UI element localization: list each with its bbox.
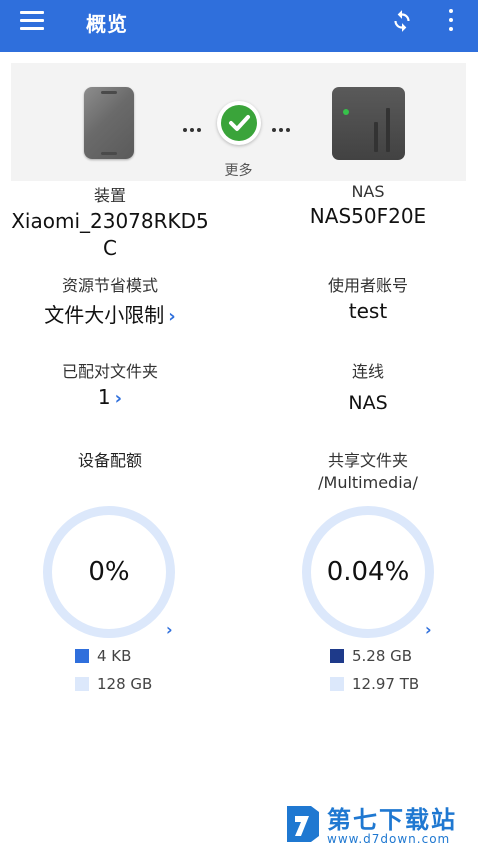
refresh-icon[interactable]: [389, 8, 415, 34]
nas-info: NAS NAS50F20E: [258, 182, 478, 230]
shared-folder-chart: 0.04%: [302, 506, 434, 638]
shared-folder-path: /Multimedia/: [318, 473, 418, 492]
shared-folder-arrow-icon[interactable]: ›: [425, 620, 432, 639]
paired-folders-value[interactable]: 1 ›: [0, 385, 220, 409]
device-info: 装置 Xiaomi_23078RKD5 C: [0, 182, 220, 262]
nas-icon: [332, 87, 405, 160]
power-mode: 资源节省模式 文件大小限制 ›: [0, 272, 220, 328]
chevron-right-icon: ›: [168, 306, 176, 327]
shared-folder-label: 共享文件夹 /Multimedia/: [258, 447, 478, 492]
phone-icon: [84, 87, 134, 159]
device-quota-chart: 0%: [43, 506, 175, 638]
more-vert-icon[interactable]: [444, 9, 458, 33]
device-name: Xiaomi_23078RKD5 C: [11, 209, 209, 260]
legend-swatch-total: [330, 677, 344, 691]
legend-swatch-used: [75, 649, 89, 663]
chevron-right-icon: ›: [114, 388, 123, 409]
nas-name: NAS50F20E: [309, 204, 427, 228]
connection-type-label: 连线: [351, 362, 384, 381]
more-link[interactable]: 更多: [11, 160, 466, 180]
account-value: test: [348, 299, 388, 323]
device-label: 装置: [93, 186, 126, 205]
watermark-logo-icon: [287, 806, 319, 842]
app-bar: 概览: [0, 0, 478, 52]
shared-folder-percent: 0.04%: [326, 557, 410, 587]
connection-panel: 更多: [11, 63, 466, 181]
nas-label: NAS: [351, 182, 385, 201]
device-quota-arrow-icon[interactable]: ›: [166, 620, 173, 639]
paired-folders: 已配对文件夹 1 ›: [0, 358, 220, 409]
power-mode-value[interactable]: 文件大小限制 ›: [0, 299, 220, 328]
menu-icon[interactable]: [20, 11, 46, 31]
page-title: 概览: [86, 12, 128, 36]
watermark-title: 第七下载站: [327, 806, 457, 834]
paired-folders-label: 已配对文件夹: [61, 362, 158, 381]
shared-folder-total: 12.97 TB: [330, 675, 419, 693]
device-quota-used: 4 KB: [75, 647, 131, 665]
connection-type: 连线 NAS: [258, 358, 478, 414]
legend-swatch-used: [330, 649, 344, 663]
device-quota-label: 设备配额: [77, 451, 142, 470]
dots-right-icon: [272, 117, 293, 132]
dots-left-icon: [183, 117, 204, 132]
check-icon: [221, 105, 257, 141]
shared-folder-used: 5.28 GB: [330, 647, 412, 665]
account-label: 使用者账号: [327, 276, 408, 295]
connection-type-value: NAS: [348, 392, 388, 414]
watermark-url: www.d7down.com: [327, 832, 451, 846]
connection-status-button[interactable]: [217, 101, 261, 145]
account: 使用者账号 test: [258, 272, 478, 323]
device-quota-total: 128 GB: [75, 675, 152, 693]
legend-swatch-total: [75, 677, 89, 691]
watermark: 第七下载站 www.d7down.com: [283, 800, 473, 850]
device-quota-percent: 0%: [88, 557, 130, 587]
power-mode-label: 资源节省模式: [61, 276, 158, 295]
